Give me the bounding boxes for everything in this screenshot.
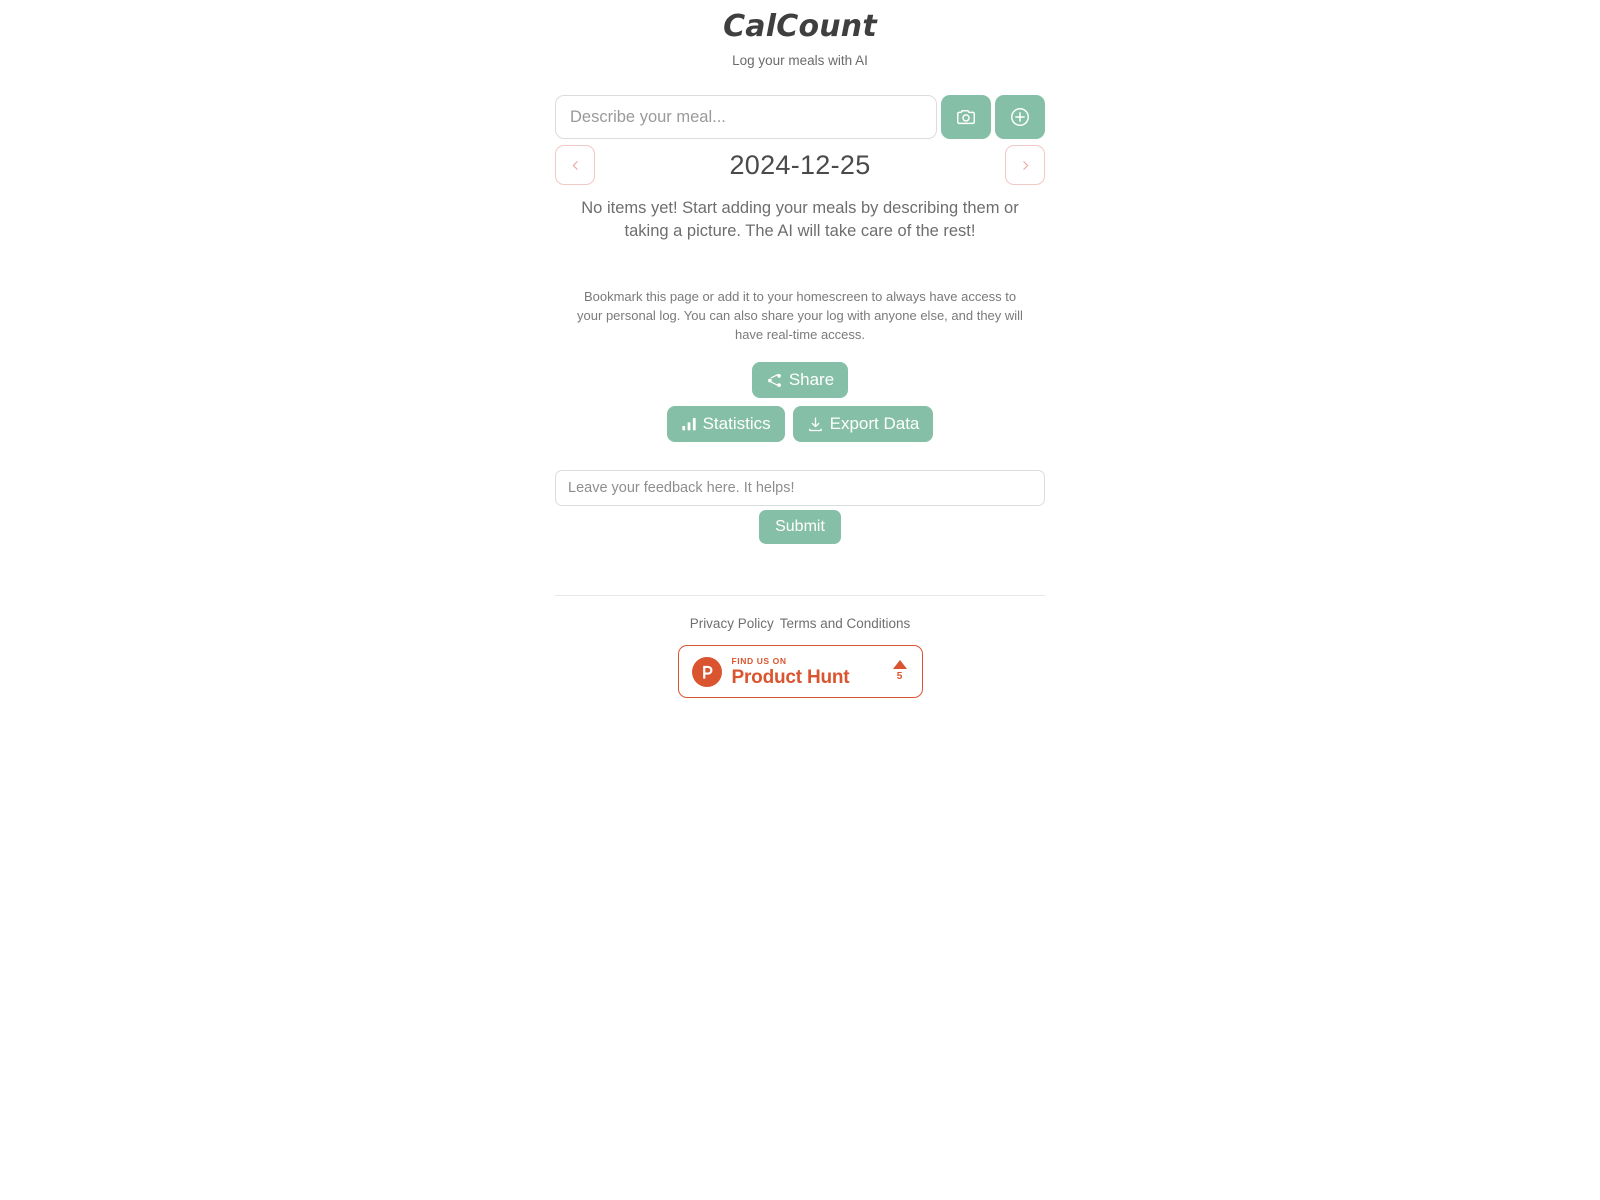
share-nodes-icon	[766, 372, 783, 389]
product-hunt-name: Product Hunt	[731, 666, 850, 688]
share-action-row: Share	[555, 362, 1045, 398]
product-hunt-eyebrow: FIND US ON	[731, 655, 787, 666]
camera-icon	[955, 106, 977, 128]
camera-button[interactable]	[941, 95, 991, 139]
share-button-label: Share	[788, 370, 835, 389]
app-container: CalCount Log your meals with AI Describe…	[555, 0, 1045, 544]
chevron-left-icon	[569, 159, 582, 172]
bookmark-note: Bookmark this page or add it to your hom…	[577, 289, 1023, 342]
export-data-button-label: Export Data	[829, 414, 920, 433]
next-day-button[interactable]	[1005, 145, 1045, 185]
circle-plus-icon	[1009, 106, 1031, 128]
submit-feedback-button[interactable]: Submit	[759, 510, 841, 544]
product-hunt-vote-count: 5	[896, 670, 903, 682]
product-hunt-text: FIND US ON Product Hunt	[732, 656, 893, 688]
feedback-input[interactable]	[555, 470, 1045, 506]
caret-up-icon	[892, 659, 907, 669]
download-icon	[807, 416, 824, 433]
privacy-policy-link[interactable]: Privacy Policy	[690, 616, 774, 631]
product-hunt-badge[interactable]: FIND US ON Product Hunt 5	[677, 645, 923, 698]
share-button[interactable]: Share	[751, 362, 849, 398]
add-meal-button[interactable]	[995, 95, 1045, 139]
page-tagline: Log your meals with AI	[732, 53, 868, 68]
export-data-button[interactable]: Export Data	[792, 406, 934, 442]
submit-row: Submit	[555, 510, 1045, 544]
data-action-row: Statistics Export Data	[555, 406, 1045, 442]
terms-and-conditions-link[interactable]: Terms and Conditions	[780, 616, 911, 631]
app-page: CalCount Log your meals with AI Describe…	[0, 0, 1600, 1200]
meal-description-input[interactable]	[555, 95, 937, 139]
feedback-section: Submit	[555, 470, 1045, 544]
product-hunt-section: FIND US ON Product Hunt 5	[0, 645, 1600, 698]
date-navigation: 2024-12-25	[555, 145, 1045, 185]
meal-entry-row	[555, 95, 1045, 139]
page-title: CalCount	[723, 9, 877, 44]
statistics-button[interactable]: Statistics	[666, 406, 785, 442]
bar-chart-icon	[681, 416, 697, 432]
current-date-label: 2024-12-25	[729, 149, 871, 180]
footer-links: Privacy Policy Terms and Conditions	[0, 616, 1600, 631]
product-hunt-votes[interactable]: 5	[892, 659, 909, 684]
footer-divider	[555, 595, 1045, 596]
product-hunt-logo-icon	[691, 656, 722, 687]
statistics-button-label: Statistics	[702, 414, 771, 433]
empty-state-message: No items yet! Start adding your meals by…	[581, 199, 1019, 240]
chevron-right-icon	[1019, 159, 1032, 172]
previous-day-button[interactable]	[555, 145, 595, 185]
